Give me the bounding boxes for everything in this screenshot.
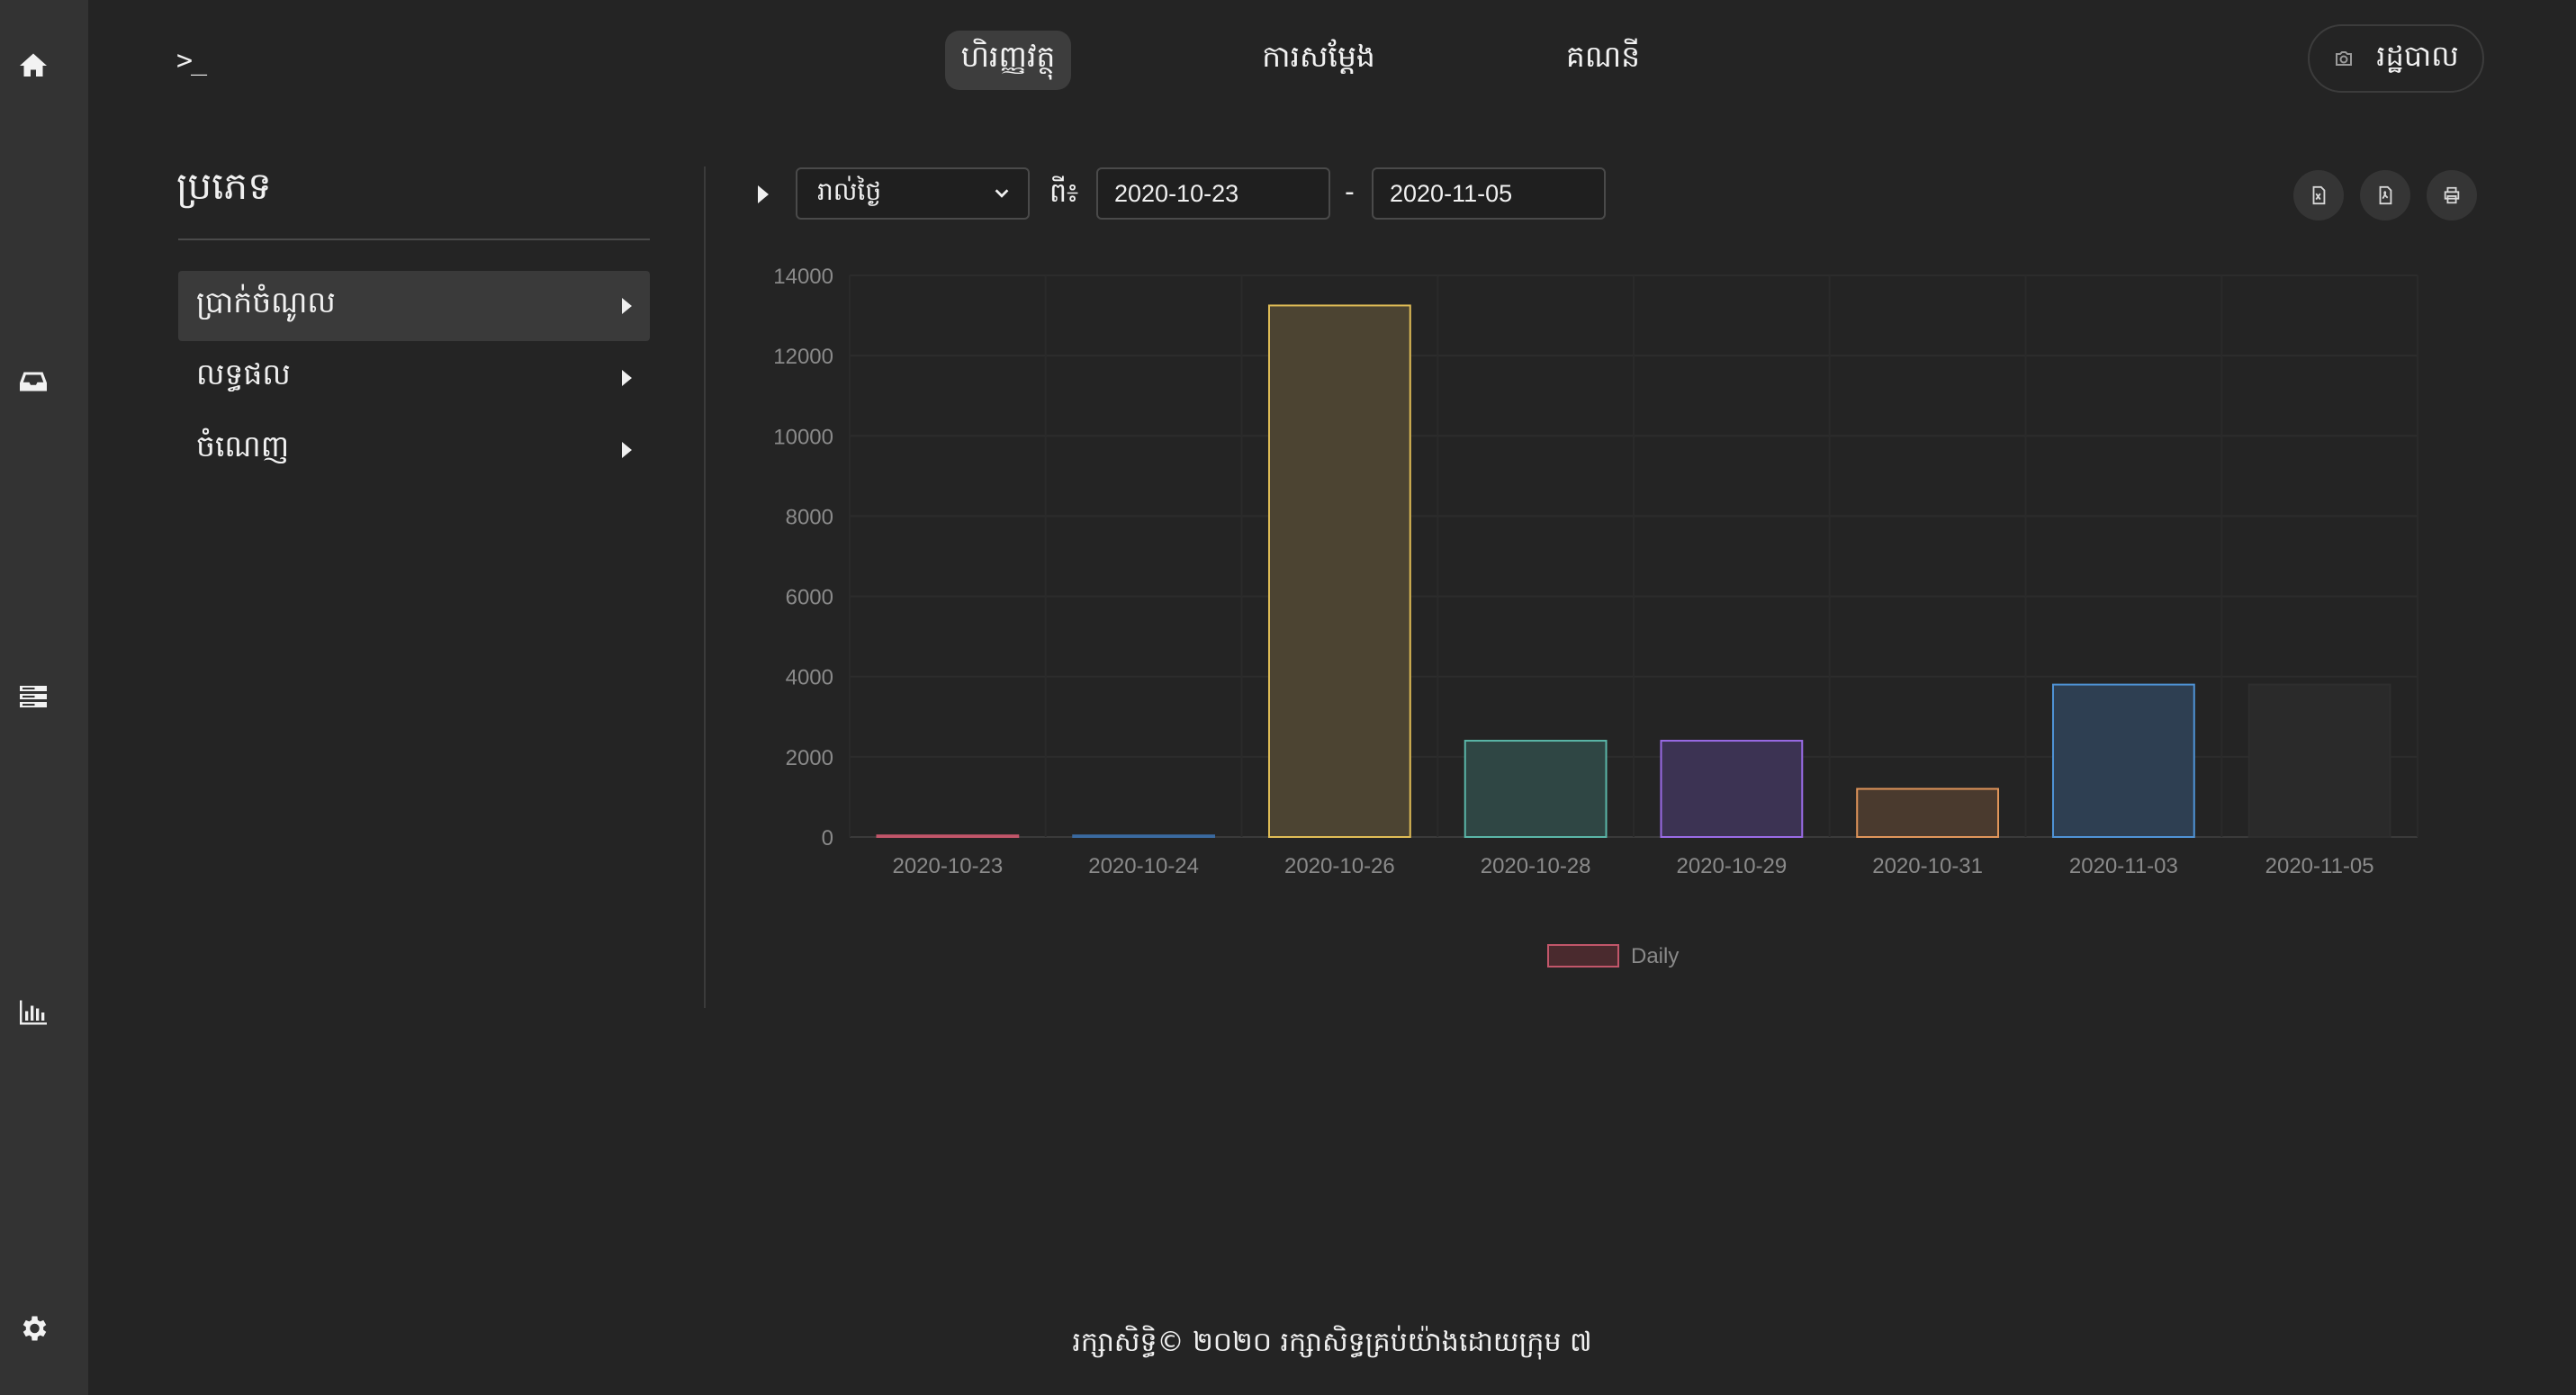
y-tick-label: 14000 xyxy=(773,265,833,289)
bar xyxy=(1464,740,1608,838)
bar xyxy=(1267,304,1411,838)
pdf-export-icon xyxy=(2379,185,2392,205)
legend-label: Daily xyxy=(1631,944,1679,968)
storage-icon[interactable] xyxy=(16,680,50,714)
daily-income-chart: 0 2000 4000 6000 8000 10000 12000 14000 2020-10-… xyxy=(773,265,2418,968)
period-select-value: រាល់ថ្ងៃ xyxy=(817,176,882,206)
legend-swatch xyxy=(1547,944,1619,968)
admin-button[interactable]: រដ្ឋបាល xyxy=(2308,24,2484,93)
category-item-label: លទ្ធផល xyxy=(196,356,291,392)
bar xyxy=(876,834,1020,839)
print-icon xyxy=(2444,186,2460,204)
x-tick-label: 2020-10-26 xyxy=(1284,854,1395,878)
caret-right-icon xyxy=(622,298,632,314)
period-select[interactable]: រាល់ថ្ងៃ xyxy=(796,167,1030,220)
y-tick-label: 0 xyxy=(822,826,833,850)
inbox-icon[interactable] xyxy=(16,364,50,399)
tab-label: គណនី xyxy=(1565,39,1641,74)
tab-finance[interactable]: ហិរញ្ញវត្ថុ xyxy=(945,31,1071,90)
bar xyxy=(1660,740,1804,838)
terminal-prompt-icon[interactable]: >_ xyxy=(176,45,207,76)
category-item-results[interactable]: លទ្ធផល xyxy=(178,343,650,413)
category-item-label: ប្រាក់ចំណូល xyxy=(196,284,336,320)
category-title: ប្រភេទ xyxy=(176,164,272,208)
expand-caret-icon[interactable] xyxy=(758,185,769,203)
x-tick-label: 2020-10-29 xyxy=(1676,854,1787,878)
export-pdf-button[interactable] xyxy=(2360,170,2410,220)
category-item-profit[interactable]: ចំណេញ xyxy=(178,415,650,485)
from-label: ពី៖ xyxy=(1049,177,1079,209)
home-icon[interactable] xyxy=(16,49,50,83)
bar xyxy=(2051,683,2195,838)
bar xyxy=(2247,683,2391,838)
y-tick-label: 2000 xyxy=(786,746,833,770)
caret-right-icon xyxy=(622,442,632,458)
x-tick-label: 2020-10-23 xyxy=(892,854,1003,878)
excel-export-icon xyxy=(2312,185,2326,205)
category-item-label: ចំណេញ xyxy=(196,428,290,464)
tab-accounts[interactable]: គណនី xyxy=(1555,31,1651,90)
y-tick-label: 8000 xyxy=(786,505,833,529)
chevron-down-icon xyxy=(995,189,1009,198)
category-divider xyxy=(178,238,650,240)
admin-label: រដ្ឋបាល xyxy=(2376,38,2459,73)
tab-label: ការសម្តែង xyxy=(1262,39,1375,74)
bar-chart-icon[interactable] xyxy=(16,995,50,1030)
icon-rail xyxy=(0,0,88,1395)
camera-icon xyxy=(2336,51,2353,66)
y-tick-label: 4000 xyxy=(786,666,833,690)
bar xyxy=(1072,834,1216,839)
tab-performance[interactable]: ការសម្តែង xyxy=(1251,31,1386,90)
y-tick-label: 10000 xyxy=(773,425,833,449)
bar xyxy=(1856,788,2000,838)
x-tick-label: 2020-10-28 xyxy=(1481,854,1591,878)
x-tick-label: 2020-10-24 xyxy=(1088,854,1199,878)
y-tick-label: 12000 xyxy=(773,345,833,369)
y-tick-label: 6000 xyxy=(786,586,833,610)
x-tick-label: 2020-10-31 xyxy=(1872,854,1983,878)
x-tick-label: 2020-11-05 xyxy=(2265,854,2374,878)
start-date-input[interactable]: 2020-10-23 xyxy=(1096,167,1330,220)
caret-right-icon xyxy=(622,370,632,386)
print-button[interactable] xyxy=(2427,170,2477,220)
category-item-income[interactable]: ប្រាក់ចំណូល xyxy=(178,271,650,341)
panel-divider xyxy=(704,166,706,1008)
tab-label: ហិរញ្ញវត្ថុ xyxy=(960,39,1056,74)
date-separator: - xyxy=(1345,176,1355,208)
x-tick-label: 2020-11-03 xyxy=(2069,854,2178,878)
export-excel-button[interactable] xyxy=(2293,170,2344,220)
footer-copyright: រក្សាសិទ្ធិ© ២០២០ រក្សាសិទ្ធគ្រប់យ៉ាងដោយ… xyxy=(1072,1327,1592,1358)
end-date-input[interactable]: 2020-11-05 xyxy=(1372,167,1606,220)
